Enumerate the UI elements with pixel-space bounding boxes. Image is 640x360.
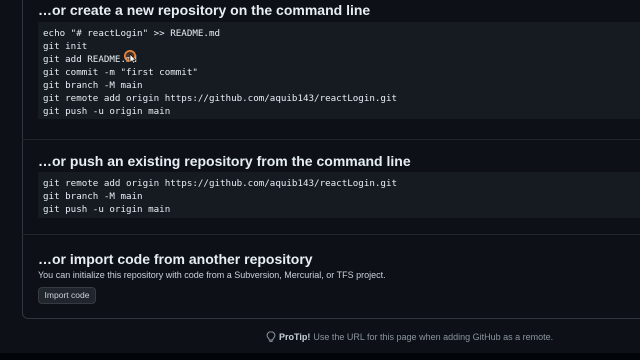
code-line: git remote add origin https://github.com… (43, 178, 398, 189)
protip: ProTip! Use the URL for this page when a… (266, 331, 553, 343)
protip-text: Use the URL for this page when adding Gi… (313, 332, 554, 342)
code-line: git push -u origin main (43, 204, 171, 215)
code-line: echo "# reactLogin" >> README.md (43, 28, 221, 39)
code-line: git commit -m "first commit" (43, 67, 198, 78)
create-code-block[interactable]: echo "# reactLogin" >> README.md git ini… (38, 22, 640, 119)
mouse-cursor-icon (124, 50, 137, 64)
code-line: git branch -M main (43, 80, 143, 91)
protip-label: ProTip! (279, 332, 311, 342)
import-code-button[interactable]: Import code (38, 287, 96, 304)
code-line: git push -u origin main (43, 106, 171, 117)
page: …or create a new repository on the comma… (0, 0, 640, 360)
create-section-title: …or create a new repository on the comma… (38, 2, 371, 18)
bottom-bar (0, 353, 640, 360)
push-section-title: …or push an existing repository from the… (38, 153, 411, 169)
push-code-block[interactable]: git remote add origin https://github.com… (38, 172, 640, 218)
light-bulb-icon (266, 331, 276, 342)
code-line: git remote add origin https://github.com… (43, 93, 398, 104)
import-section-title: …or import code from another repository (38, 251, 313, 267)
code-line: git branch -M main (43, 191, 143, 202)
import-description: You can initialize this repository with … (38, 270, 386, 280)
